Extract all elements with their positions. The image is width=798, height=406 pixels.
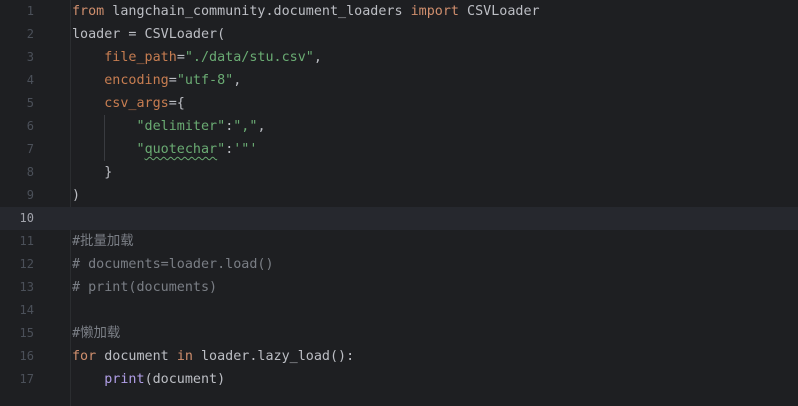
code-token: ": [136, 142, 145, 157]
code-text[interactable]: for document in loader.lazy_load():: [72, 345, 354, 368]
code-token: in: [176, 349, 193, 364]
code-line[interactable]: 2 loader = CSVLoader(: [0, 23, 798, 46]
code-line[interactable]: 4 encoding="utf-8",: [0, 69, 798, 92]
code-line[interactable]: 6 "delimiter":",",: [0, 115, 798, 138]
code-line[interactable]: 1 from langchain_community.document_loade…: [0, 0, 798, 23]
code-line[interactable]: 16 for document in loader.lazy_load():: [0, 345, 798, 368]
line-number: 14: [19, 303, 34, 317]
code-text[interactable]: #懒加载: [72, 322, 120, 345]
code-text[interactable]: csv_args={: [72, 92, 185, 115]
code-token: "utf-8": [176, 73, 234, 88]
code-token: print: [104, 372, 145, 387]
line-number: 10: [19, 211, 34, 225]
code-line[interactable]: 3 file_path="./data/stu.csv",: [0, 46, 798, 69]
line-number: 15: [19, 326, 34, 340]
code-line[interactable]: 8 }: [0, 161, 798, 184]
code-line[interactable]: 10: [0, 207, 798, 230]
code-token: ",": [233, 119, 258, 134]
code-line[interactable]: 13 # print(documents): [0, 276, 798, 299]
code-line[interactable]: 14: [0, 299, 798, 322]
code-line[interactable]: 17 print(document): [0, 368, 798, 391]
line-number: 1: [26, 4, 34, 18]
code-token: import: [410, 4, 459, 19]
line-number: 13: [19, 280, 34, 294]
code-line[interactable]: 5 csv_args={: [0, 92, 798, 115]
code-token: from: [72, 4, 105, 19]
code-line[interactable]: 11 #批量加载: [0, 230, 798, 253]
line-number: 8: [26, 165, 34, 179]
code-token: #懒加载: [72, 326, 121, 341]
code-token: ): [72, 188, 81, 203]
code-line[interactable]: 12 # documents=loader.load(): [0, 253, 798, 276]
code-token: }: [72, 165, 113, 180]
code-text[interactable]: # print(documents): [72, 276, 217, 299]
code-token: csv_args: [104, 96, 169, 111]
line-number: 4: [26, 73, 34, 87]
indent-guide: [104, 115, 105, 161]
code-text[interactable]: encoding="utf-8",: [72, 69, 241, 92]
code-token: encoding: [104, 73, 169, 88]
line-number: 16: [19, 349, 34, 363]
code-token: "delimiter": [136, 119, 226, 134]
code-token: CSVLoader: [458, 4, 540, 19]
line-number: 11: [19, 234, 34, 248]
code-token: =: [176, 50, 185, 65]
code-token: ={: [168, 96, 185, 111]
line-number: 6: [26, 119, 34, 133]
code-text[interactable]: print(document): [72, 368, 225, 391]
code-text[interactable]: ): [72, 184, 80, 207]
code-line[interactable]: 9): [0, 184, 798, 207]
code-token: loader.lazy_load():: [192, 349, 355, 364]
code-token: for: [72, 349, 97, 364]
code-line[interactable]: 7 "quotechar":'"': [0, 138, 798, 161]
code-token: ": [217, 142, 226, 157]
code-text[interactable]: #批量加载: [72, 230, 134, 253]
code-token: file_path: [104, 50, 177, 65]
code-token: '"': [233, 142, 258, 157]
code-token: #批量加载: [72, 234, 134, 249]
code-text[interactable]: file_path="./data/stu.csv",: [72, 46, 322, 69]
code-text[interactable]: "delimiter":",",: [72, 115, 266, 138]
line-number: 17: [19, 372, 34, 386]
code-token: ,: [313, 50, 322, 65]
code-token: loader = CSVLoader(: [72, 27, 226, 42]
code-text[interactable]: "quotechar":'"': [72, 138, 258, 161]
code-token: ,: [257, 119, 266, 134]
code-token: =: [168, 73, 177, 88]
code-text[interactable]: loader = CSVLoader(: [72, 23, 225, 46]
line-number: 12: [19, 257, 34, 271]
code-token: document: [96, 349, 177, 364]
line-number: 5: [26, 96, 34, 110]
code-text[interactable]: }: [72, 161, 112, 184]
line-number: 3: [26, 50, 34, 64]
code-token: "./data/stu.csv": [184, 50, 314, 65]
code-editor[interactable]: 1 from langchain_community.document_loade…: [0, 0, 798, 406]
code-line[interactable]: 15 #懒加载: [0, 322, 798, 345]
code-token: (document): [144, 372, 226, 387]
code-token: # print(documents): [72, 280, 218, 295]
code-token: ,: [233, 73, 242, 88]
line-number: 9: [26, 188, 34, 202]
code-text[interactable]: from langchain_community.document_loader…: [72, 0, 540, 23]
line-number: 7: [26, 142, 34, 156]
code-token: langchain_community.document_loaders: [104, 4, 411, 19]
code-token: quotechar: [144, 142, 218, 157]
line-number: 2: [26, 27, 34, 41]
code-text[interactable]: # documents=loader.load(): [72, 253, 274, 276]
code-token: # documents=loader.load(): [72, 257, 274, 272]
